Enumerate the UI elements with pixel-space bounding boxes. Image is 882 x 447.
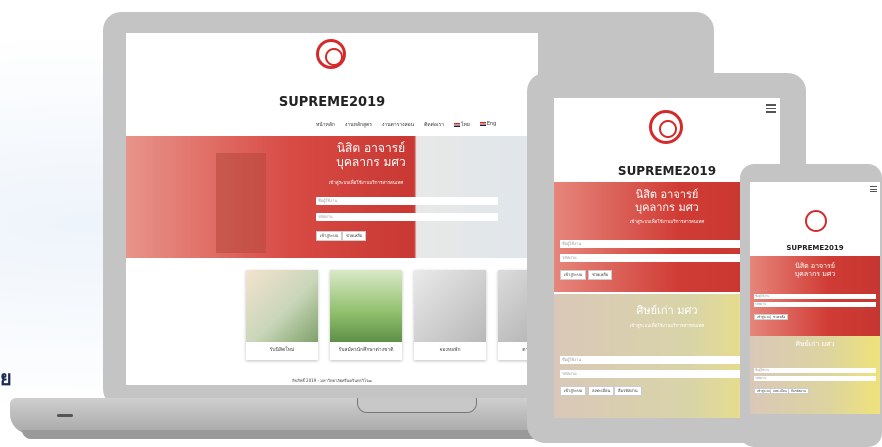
hero-heading: นิสิต อาจารย์ บุคลากร มศว — [336, 141, 406, 169]
hero-subtitle: เข้าสู่ระบบเพื่อใช้งานบริการสารสนเทศ — [328, 181, 404, 186]
uk-flag-icon — [479, 121, 486, 126]
university-logo-icon[interactable] — [316, 39, 346, 69]
laptop-screen: SUPREME2019 หน้าหลัก งานหลักสูตร งานตารา… — [126, 33, 538, 385]
password-input[interactable]: รหัสผ่าน — [754, 302, 876, 307]
main-nav: หน้าหลัก งานหลักสูตร งานตารางสอน ติดต่อเ… — [316, 121, 496, 129]
phone-screen: SUPREME2019 นิสิต อาจารย์ บุคลากร มศว ชื… — [750, 182, 880, 414]
help-button[interactable]: ช่วยเหลือ — [770, 314, 789, 320]
site-title: SUPREME2019 — [278, 95, 386, 110]
alumni-forgot-button[interactable]: ลืมรหัสผ่าน — [788, 388, 809, 394]
alumni-heading: ศิษย์เก่า มศว — [795, 340, 835, 348]
password-input[interactable]: รหัสผ่าน — [316, 213, 498, 221]
alumni-login-button[interactable]: เข้าสู่ระบบ — [560, 386, 587, 396]
university-logo-icon[interactable] — [805, 210, 827, 232]
laptop-slot — [57, 414, 73, 417]
username-input[interactable]: ชื่อผู้ใช้งาน — [316, 197, 498, 205]
help-button[interactable]: ช่วยเหลือ — [342, 231, 367, 241]
nav-home[interactable]: หน้าหลัก — [316, 121, 335, 129]
door-handle-photo — [414, 270, 486, 342]
campus-photo — [330, 270, 402, 342]
alumni-password-input[interactable]: รหัสผ่าน — [754, 376, 876, 381]
site-footer: ลิขสิทธิ์ 2019 - มหาวิทยาลัยศรีนครินทรวิ… — [292, 378, 372, 383]
laptop-notch — [357, 398, 477, 413]
hamburger-menu-icon[interactable] — [870, 186, 877, 194]
side-text: ย — [0, 366, 12, 390]
building-image — [216, 153, 266, 253]
site-title: SUPREME2019 — [786, 244, 844, 252]
lang-eng[interactable]: Eng — [479, 121, 496, 129]
username-input[interactable]: ชื่อผู้ใช้งาน — [754, 294, 876, 299]
hamburger-menu-icon[interactable] — [766, 104, 776, 115]
hero-heading: นิสิต อาจารย์ บุคลากร มศว — [794, 262, 836, 278]
university-logo-icon[interactable] — [649, 110, 683, 144]
card-dormitory[interactable]: จองหอพัก — [414, 270, 486, 360]
login-button[interactable]: เข้าสู่ระบบ — [560, 270, 587, 280]
service-cards: รับนิสิตใหม่ รับสมัครนักศึกษาต่างชาติ จอ… — [246, 270, 538, 360]
login-button[interactable]: เข้าสู่ระบบ — [316, 231, 343, 241]
help-button[interactable]: ช่วยเหลือ — [588, 270, 613, 280]
alumni-username-input[interactable]: ชื่อผู้ใช้งาน — [754, 368, 876, 373]
nav-timetable[interactable]: งานตารางสอน — [382, 121, 414, 129]
alumni-register-button[interactable]: ลงทะเบียน — [770, 388, 790, 394]
card-new-students[interactable]: รับนิสิตใหม่ — [246, 270, 318, 360]
lang-thai[interactable]: ไทย — [454, 121, 470, 129]
alumni-register-button[interactable]: ลงทะเบียน — [588, 386, 615, 396]
alumni-forgot-button[interactable]: ลืมรหัสผ่าน — [614, 386, 642, 396]
card-international[interactable]: รับสมัครนักศึกษาต่างชาติ — [330, 270, 402, 360]
nav-contact[interactable]: ติดต่อเรา — [424, 121, 444, 129]
students-photo — [246, 270, 318, 342]
thai-flag-icon — [454, 122, 461, 127]
nav-curriculum[interactable]: งานหลักสูตร — [345, 121, 372, 129]
